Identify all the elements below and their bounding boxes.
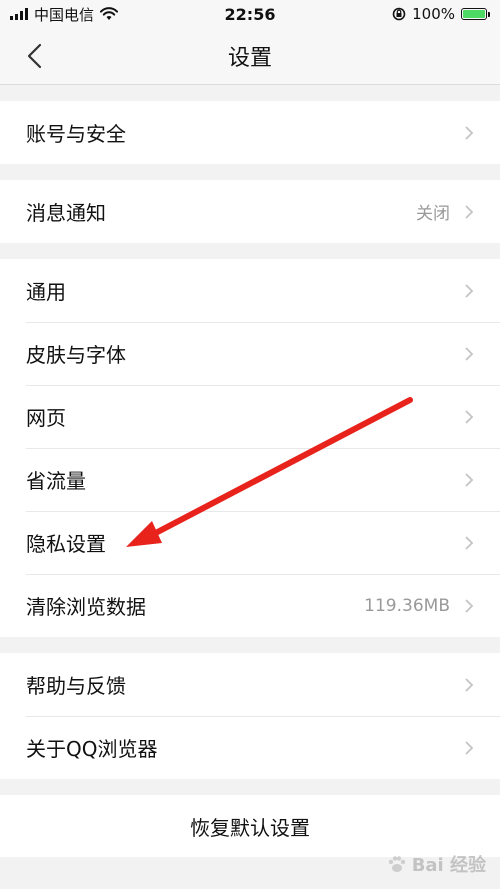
page-title: 设置 xyxy=(227,46,272,71)
chevron-right-icon xyxy=(465,409,474,424)
battery-fill xyxy=(463,10,485,18)
watermark: Bai 经验 xyxy=(386,851,486,877)
battery-icon xyxy=(461,8,490,20)
chevron-right-icon xyxy=(465,740,474,755)
section-gap xyxy=(0,85,500,101)
carrier-name: 中国电信 xyxy=(34,5,95,24)
chevron-right-icon xyxy=(465,535,474,550)
row-label: 消息通知 xyxy=(26,201,106,225)
chevron-right-icon xyxy=(465,346,474,361)
chevron-right-icon xyxy=(465,472,474,487)
settings-group-notifications: 消息通知 关闭 xyxy=(0,180,500,243)
settings-row-help-feedback[interactable]: 帮助与反馈 xyxy=(0,653,500,716)
rotation-lock-icon xyxy=(392,7,406,21)
settings-row-account-security[interactable]: 账号与安全 xyxy=(0,101,500,164)
section-gap xyxy=(0,637,500,653)
battery-percent: 100% xyxy=(412,5,455,23)
section-gap xyxy=(0,779,500,795)
settings-row-general[interactable]: 通用 xyxy=(0,259,500,322)
chevron-right-icon xyxy=(465,283,474,298)
row-label: 隐私设置 xyxy=(26,532,106,556)
status-left: 中国电信 xyxy=(10,4,119,25)
wifi-icon xyxy=(100,7,119,20)
section-gap xyxy=(0,164,500,180)
settings-group-account: 账号与安全 xyxy=(0,101,500,164)
settings-group-help: 帮助与反馈 关于QQ浏览器 xyxy=(0,653,500,779)
notification-status: 关闭 xyxy=(416,204,450,224)
row-label: 帮助与反馈 xyxy=(26,674,126,698)
chevron-right-icon xyxy=(465,598,474,613)
restore-defaults-button[interactable]: 恢复默认设置 xyxy=(0,795,500,857)
settings-row-about[interactable]: 关于QQ浏览器 xyxy=(0,716,500,779)
chevron-right-icon xyxy=(465,125,474,140)
settings-group-general: 通用 皮肤与字体 网页 省流量 隐私设置 清除浏览数据 119.36MB xyxy=(0,259,500,637)
section-gap xyxy=(0,243,500,259)
restore-defaults-label: 恢复默认设置 xyxy=(190,815,310,840)
settings-row-skin-font[interactable]: 皮肤与字体 xyxy=(0,322,500,385)
status-right: 100% xyxy=(392,5,490,23)
watermark-text: Bai 经验 xyxy=(411,855,486,876)
paw-logo-icon xyxy=(388,856,405,872)
settings-row-notifications[interactable]: 消息通知 关闭 xyxy=(0,180,500,243)
row-label: 通用 xyxy=(26,280,66,304)
chevron-right-icon xyxy=(465,204,474,219)
chevron-right-icon xyxy=(465,677,474,692)
settings-row-webpage[interactable]: 网页 xyxy=(0,385,500,448)
row-label: 皮肤与字体 xyxy=(26,343,126,367)
settings-row-clear-browsing-data[interactable]: 清除浏览数据 119.36MB xyxy=(0,574,500,637)
row-label: 账号与安全 xyxy=(26,122,126,146)
nav-bar: 设置 xyxy=(0,28,500,85)
row-label: 省流量 xyxy=(26,469,86,493)
settings-row-data-saver[interactable]: 省流量 xyxy=(0,448,500,511)
signal-icon xyxy=(10,8,28,20)
settings-row-privacy[interactable]: 隐私设置 xyxy=(0,511,500,574)
back-arrow-icon[interactable] xyxy=(22,42,50,70)
cache-size: 119.36MB xyxy=(364,595,450,616)
row-label: 清除浏览数据 xyxy=(26,595,146,619)
row-label: 网页 xyxy=(26,406,66,430)
status-time: 22:56 xyxy=(224,4,276,24)
status-bar: 中国电信 22:56 100% xyxy=(0,0,500,28)
row-label: 关于QQ浏览器 xyxy=(26,737,158,761)
